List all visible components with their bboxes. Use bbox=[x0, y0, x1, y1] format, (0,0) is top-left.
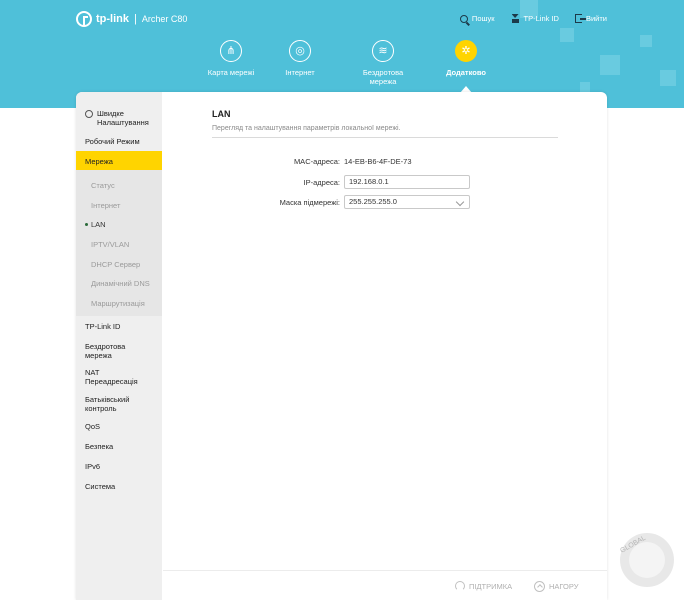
sidebar-subitem-iptv[interactable]: IPTV/VLAN bbox=[76, 240, 162, 249]
sidebar-item-label: TP-Link ID bbox=[85, 322, 121, 331]
globe-icon: ◎ bbox=[289, 40, 311, 62]
tplink-id-link-label: TP-Link ID bbox=[523, 14, 559, 23]
mac-address-row: MAC-адреса: 14-EB-B6-4F-DE-73 bbox=[163, 154, 607, 168]
sidebar-subitem-status[interactable]: Статус bbox=[76, 181, 162, 190]
sidebar: Швидке Налаштування Робочий Режим Мережа… bbox=[76, 92, 162, 600]
decor-square bbox=[660, 70, 676, 86]
sidebar-item-ipv6[interactable]: IPv6 bbox=[76, 462, 162, 471]
sidebar-item-system[interactable]: Система bbox=[76, 482, 162, 491]
model-name: Archer C80 bbox=[141, 14, 188, 24]
chevron-down-icon bbox=[455, 197, 465, 207]
sidebar-item-label: Безпека bbox=[85, 442, 114, 451]
network-map-icon: ⋔ bbox=[220, 40, 242, 62]
brand-logo[interactable]: tp-link | Archer C80 bbox=[76, 11, 187, 27]
sidebar-subitem-label: Статус bbox=[91, 181, 115, 190]
ip-address-input[interactable]: 192.168.0.1 bbox=[344, 175, 470, 189]
tplink-logo-icon bbox=[76, 11, 92, 27]
arrow-up-icon bbox=[534, 581, 545, 592]
main-content: LAN Перегляд та налаштування параметрів … bbox=[163, 92, 607, 600]
subnet-mask-label: Маска підмережі: bbox=[279, 198, 340, 207]
tab-advanced[interactable]: ✲ Додатково bbox=[421, 40, 511, 93]
sidebar-item-label: Робочий Режим bbox=[85, 137, 140, 146]
tab-internet-label: Інтернет bbox=[285, 68, 315, 77]
sidebar-item-wireless[interactable]: Бездротова мережа bbox=[76, 342, 136, 360]
page-subtitle: Перегляд та налаштування параметрів лока… bbox=[212, 125, 401, 132]
sidebar-subitem-internet[interactable]: Інтернет bbox=[76, 201, 162, 210]
sidebar-item-label: IPv6 bbox=[85, 462, 101, 471]
gear-icon: ✲ bbox=[455, 40, 477, 62]
gear-icon bbox=[85, 110, 93, 118]
logout-icon bbox=[574, 14, 586, 23]
sidebar-item-nat[interactable]: NAT Переадресація bbox=[76, 368, 146, 386]
subnet-mask-row: Маска підмережі: 255.255.255.0 bbox=[163, 195, 607, 209]
logout-link[interactable]: Вийти bbox=[574, 14, 607, 23]
headset-icon bbox=[455, 581, 465, 591]
content-panel: Швидке Налаштування Робочий Режим Мережа… bbox=[76, 92, 607, 600]
sidebar-subitem-label: Інтернет bbox=[91, 201, 121, 210]
support-link-label: ПІДТРИМКА bbox=[469, 581, 513, 591]
sidebar-item-label: Бездротова мережа bbox=[85, 342, 126, 360]
sidebar-item-quick-setup[interactable]: Швидке Налаштування bbox=[76, 109, 162, 127]
subnet-mask-value: 255.255.255.0 bbox=[349, 197, 397, 206]
search-link[interactable]: Пошук bbox=[459, 14, 495, 23]
sidebar-subitem-routing[interactable]: Маршрутизація bbox=[76, 299, 162, 308]
wifi-icon: ≋ bbox=[372, 40, 394, 62]
sidebar-subitem-lan[interactable]: LAN bbox=[76, 220, 162, 229]
sidebar-item-label: Швидке Налаштування bbox=[97, 109, 149, 127]
decor-square bbox=[600, 55, 620, 75]
tplink-id-link[interactable]: TP-Link ID bbox=[511, 14, 559, 23]
sidebar-item-label: Система bbox=[85, 482, 116, 491]
sidebar-item-network[interactable]: Мережа bbox=[76, 151, 162, 171]
ip-address-row: IP-адреса: 192.168.0.1 bbox=[163, 175, 607, 189]
subnet-mask-select[interactable]: 255.255.255.0 bbox=[344, 195, 470, 209]
support-link[interactable]: ПІДТРИМКА bbox=[455, 581, 512, 591]
tab-wireless[interactable]: ≋ Бездротова мережа bbox=[338, 40, 428, 86]
decor-square bbox=[640, 35, 652, 47]
sidebar-item-parental-control[interactable]: Батьківський контроль bbox=[76, 395, 146, 413]
tab-internet[interactable]: ◎ Інтернет bbox=[255, 40, 345, 77]
sidebar-subitem-label: Маршрутизація bbox=[91, 299, 145, 308]
mac-address-value: 14-EB-B6-4F-DE-73 bbox=[344, 157, 412, 166]
back-to-top-label: НАГОРУ bbox=[549, 582, 579, 591]
sidebar-item-qos[interactable]: QoS bbox=[76, 422, 162, 431]
sidebar-subitem-label: Динамічний DNS bbox=[91, 279, 150, 288]
watermark-logo: GLOBAL bbox=[619, 533, 674, 587]
divider bbox=[212, 137, 558, 138]
decor-square bbox=[560, 28, 574, 42]
decor-square bbox=[580, 82, 590, 92]
ip-address-label: IP-адреса: bbox=[303, 178, 340, 187]
page-footer: ПІДТРИМКА НАГОРУ bbox=[163, 570, 607, 600]
tplink-id-icon bbox=[511, 14, 520, 23]
search-link-label: Пошук bbox=[471, 14, 495, 23]
sidebar-subitem-label: LAN bbox=[91, 220, 106, 229]
sidebar-subitem-label: IPTV/VLAN bbox=[91, 240, 130, 249]
tab-wireless-label: Бездротова мережа bbox=[362, 68, 404, 86]
sidebar-subitem-dhcp[interactable]: DHCP Сервер bbox=[76, 260, 162, 269]
sidebar-item-label: Батьківський контроль bbox=[85, 395, 130, 413]
mac-address-label: MAC-адреса: bbox=[293, 157, 340, 166]
sidebar-item-security[interactable]: Безпека bbox=[76, 442, 162, 451]
sidebar-subitem-ddns[interactable]: Динамічний DNS bbox=[76, 279, 162, 288]
sidebar-subitem-label: DHCP Сервер bbox=[91, 260, 141, 269]
sidebar-item-label: QoS bbox=[85, 422, 101, 431]
network-submenu: Статус Інтернет LAN IPTV/VLAN DHCP Серве… bbox=[76, 170, 162, 316]
tab-advanced-label: Додатково bbox=[446, 68, 486, 77]
brand-name: tp-link bbox=[96, 13, 129, 25]
header-links: Пошук TP-Link ID Вийти bbox=[459, 14, 607, 23]
sidebar-item-label: Мережа bbox=[85, 156, 113, 166]
sidebar-item-label: NAT Переадресація bbox=[85, 368, 138, 386]
back-to-top-link[interactable]: НАГОРУ bbox=[534, 581, 579, 592]
search-icon bbox=[459, 14, 468, 23]
sidebar-item-operation-mode[interactable]: Робочий Режим bbox=[76, 137, 162, 146]
sidebar-item-tplink-id[interactable]: TP-Link ID bbox=[76, 322, 162, 331]
logout-link-label: Вийти bbox=[585, 14, 607, 23]
page-title: LAN bbox=[212, 109, 231, 119]
